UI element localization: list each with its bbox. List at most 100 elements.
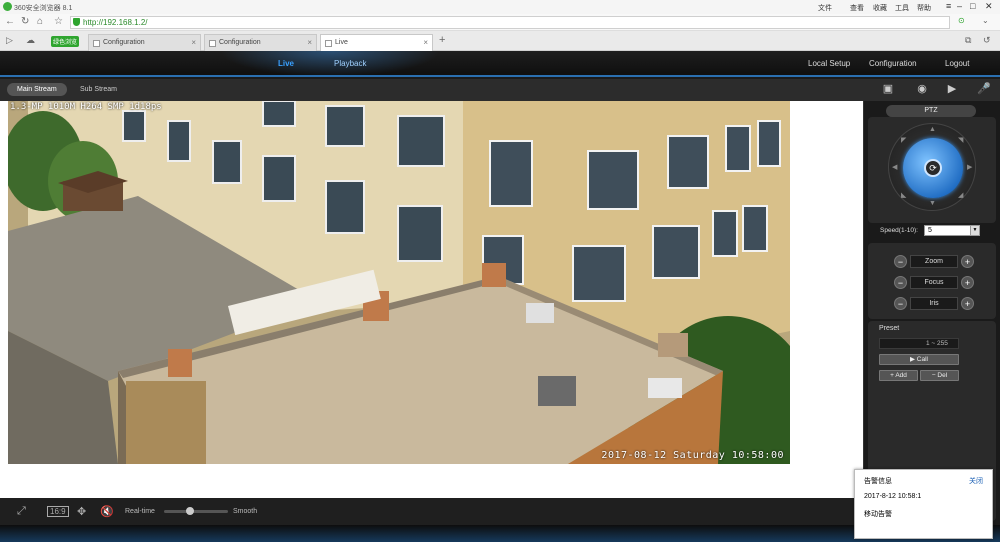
dropdown-icon[interactable]: ⌄ (982, 16, 989, 25)
speed-value: 5 (928, 227, 932, 234)
preset-call-button[interactable]: ▶ Call (879, 354, 959, 365)
up-arrow-icon[interactable]: ▲ (929, 126, 936, 133)
nav-logout[interactable]: Logout (945, 59, 969, 68)
aspect-ratio-icon[interactable]: 16:9 (47, 506, 69, 517)
speed-label: Speed(1-10): (880, 227, 918, 234)
back-icon[interactable]: ← (5, 16, 15, 27)
new-tab-icon[interactable]: + (439, 34, 445, 46)
capture-folder-icon[interactable]: ▣ (880, 83, 896, 96)
focus-row: − Focus + (894, 276, 974, 290)
restore-tab-icon[interactable]: ↺ (983, 35, 991, 46)
tab-configuration-1[interactable]: Configuration × (88, 34, 201, 51)
focus-plus-button[interactable]: + (961, 276, 974, 289)
down-left-arrow-icon[interactable]: ◣ (901, 191, 906, 199)
close-window-icon[interactable]: ✕ (985, 1, 993, 12)
green-browse-badge[interactable]: 绿色浏览 (51, 36, 80, 47)
up-left-arrow-icon[interactable]: ◤ (901, 136, 906, 144)
sub-stream-button[interactable]: Sub Stream (70, 83, 127, 96)
preset-delete-button[interactable]: − Del (920, 370, 959, 381)
tab-label: Configuration (103, 39, 145, 46)
up-right-arrow-icon[interactable]: ◥ (958, 136, 963, 144)
page-footer (0, 525, 1000, 542)
address-bar: ← ↻ ⌂ ☆ http://192.168.1.2/ ⊙ ⌄ (0, 14, 1000, 31)
home-icon[interactable]: ⌂ (37, 16, 43, 27)
browser-logo-icon (3, 2, 12, 11)
maximize-icon[interactable]: □ (970, 1, 975, 11)
ptz-joystick[interactable]: ⟳ (903, 138, 963, 198)
nav-configuration[interactable]: Configuration (869, 59, 917, 68)
cloud-icon[interactable]: ☁ (26, 35, 35, 46)
shield-icon (73, 18, 80, 26)
down-right-arrow-icon[interactable]: ◢ (958, 191, 963, 199)
minimize-icon[interactable]: – (957, 1, 962, 11)
video-osd-info: 1.3-MP 1010M H264 SMP 1d18ps (10, 102, 162, 112)
snapshot-camera-icon[interactable]: ◉ (914, 83, 930, 96)
main-stream-button[interactable]: Main Stream (7, 83, 67, 96)
sidebar-toggle-icon[interactable]: ▷ (6, 35, 13, 46)
zoom-row: − Zoom + (894, 255, 974, 269)
menu-help[interactable]: 帮助 (917, 3, 931, 13)
nav-local-setup[interactable]: Local Setup (808, 59, 850, 68)
zoom-out-button[interactable]: − (894, 255, 907, 268)
nav-playback[interactable]: Playback (334, 59, 366, 68)
video-osd-timestamp: 2017-08-12 Saturday 10:58:00 (601, 450, 784, 461)
microphone-icon[interactable]: 🎤 (976, 83, 992, 96)
mute-icon[interactable]: 🔇 (100, 505, 114, 518)
refresh-icon[interactable]: ↻ (21, 16, 29, 27)
speed-select[interactable]: 5 ▼ (924, 225, 980, 236)
url-input[interactable]: http://192.168.1.2/ (70, 16, 950, 29)
play-icon: ▶ (909, 356, 917, 363)
ptz-dial[interactable]: ▲ ▼ ◀ ▶ ◤ ◥ ◣ ◢ ⟳ (888, 123, 976, 211)
iris-plus-button[interactable]: + (961, 297, 974, 310)
menu-tools[interactable]: 工具 (895, 3, 909, 13)
fullscreen-icon[interactable]: ⤢ (17, 505, 26, 518)
lens-control-panel: − Zoom + − Focus + − Iris + (868, 243, 996, 319)
left-arrow-icon[interactable]: ◀ (892, 163, 897, 171)
close-tab-icon[interactable]: × (423, 38, 428, 47)
page-icon (209, 40, 216, 47)
alarm-message: 移动告警 (864, 511, 892, 518)
zoom-in-button[interactable]: + (961, 255, 974, 268)
iris-minus-button[interactable]: − (894, 297, 907, 310)
page-icon (325, 40, 332, 47)
call-label: Call (916, 356, 928, 363)
stream-mode-slider[interactable] (164, 507, 228, 515)
app-top-nav: Live Playback Local Setup Configuration … (0, 51, 1000, 77)
chevron-down-icon[interactable]: ▼ (970, 226, 979, 235)
down-arrow-icon[interactable]: ▼ (929, 200, 936, 207)
auto-scan-icon[interactable]: ⟳ (924, 159, 942, 177)
live-video[interactable]: 1.3-MP 1010M H264 SMP 1d18ps 2017-08-12 … (8, 101, 790, 464)
tab-live[interactable]: Live × (320, 34, 433, 51)
restore-menu-icon[interactable]: ≡ (946, 1, 951, 11)
security-icon[interactable]: ⊙ (958, 16, 965, 25)
ptz-direction-panel: ▲ ▼ ◀ ▶ ◤ ◥ ◣ ◢ ⟳ (868, 117, 996, 223)
menu-view[interactable]: 查看 (850, 3, 864, 13)
url-text: http://192.168.1.2/ (83, 18, 148, 27)
iris-row: − Iris + (894, 297, 974, 311)
tab-configuration-2[interactable]: Configuration × (204, 34, 317, 51)
ptz-panel: PTZ ▲ ▼ ◀ ▶ ◤ ◥ ◣ ◢ ⟳ Speed(1-10): 5 ▼ −… (863, 101, 1000, 525)
close-tab-icon[interactable]: × (191, 38, 196, 47)
focus-label: Focus (910, 276, 958, 289)
alarm-close-button[interactable]: 关闭 (969, 476, 983, 486)
preset-add-button[interactable]: + Add (879, 370, 918, 381)
star-icon[interactable]: ☆ (54, 16, 63, 27)
slider-knob[interactable] (186, 507, 195, 515)
focus-minus-button[interactable]: − (894, 276, 907, 289)
page-icon (93, 40, 100, 47)
ptz-move-icon[interactable]: ✥ (77, 505, 86, 518)
record-video-icon[interactable]: ▶ (944, 83, 960, 96)
menu-favorites[interactable]: 收藏 (873, 3, 887, 13)
close-tab-icon[interactable]: × (307, 38, 312, 47)
tab-label: Configuration (219, 39, 261, 46)
stream-bar: Main Stream Sub Stream ▣ ◉ ▶ 🎤 (0, 79, 1000, 101)
menu-file[interactable]: 文件 (818, 3, 832, 13)
smooth-label: Smooth (233, 508, 258, 515)
alarm-datetime: 2017-8-12 10:58:1 (864, 493, 922, 500)
right-arrow-icon[interactable]: ▶ (967, 163, 972, 171)
nav-live[interactable]: Live (278, 59, 294, 68)
zoom-label: Zoom (910, 255, 958, 268)
realtime-label: Real-time (125, 508, 155, 515)
tab-list-icon[interactable]: ⧉ (965, 35, 971, 46)
browser-app-title: 360安全浏览器 8.1 (14, 5, 73, 12)
